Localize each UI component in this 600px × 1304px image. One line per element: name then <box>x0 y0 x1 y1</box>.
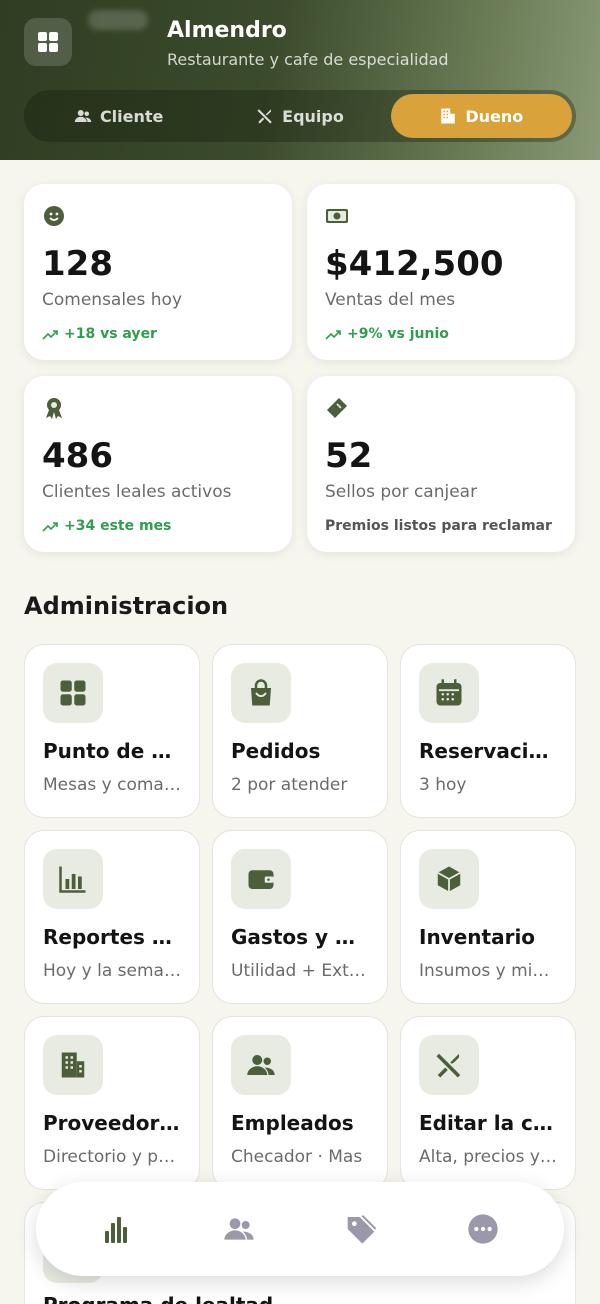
box-icon <box>437 866 461 892</box>
role-switcher: Cliente Equipo Dueno <box>24 90 576 142</box>
stat-trend: +9% vs junio <box>325 326 557 342</box>
tile-title: Proveedores <box>43 1111 181 1135</box>
tile-subtitle: Directorio y pedidos <box>43 1147 181 1167</box>
trending-up-icon <box>42 522 58 532</box>
stat-trend: +18 vs ayer <box>42 326 274 342</box>
nav-item-dashboard[interactable] <box>87 1199 147 1259</box>
stat-trend-text: +34 este mes <box>64 518 172 534</box>
stat-value: $412,500 <box>325 244 504 284</box>
tile-subtitle: Mesas y comandas <box>43 775 181 795</box>
tile-title: Inventario <box>419 925 536 949</box>
building-icon <box>61 1052 85 1078</box>
tile-subtitle: Utilidad + Extras <box>231 961 369 981</box>
tile-icon-wrap <box>43 663 103 723</box>
stat-card-ventas[interactable]: $412,500 Ventas del mes +9% vs junio <box>307 184 575 360</box>
tile-icon-wrap <box>43 849 103 909</box>
peek-card-title: Programa de lealtad <box>43 1293 273 1304</box>
stat-card-sellos[interactable]: 52 Sellos por canjear Premios listos par… <box>307 376 575 552</box>
app-header: Almendro Restaurante y cafe de especiali… <box>0 0 600 160</box>
role-label: Equipo <box>282 106 344 126</box>
tile-icon-wrap <box>419 1035 479 1095</box>
grid-icon <box>60 680 86 706</box>
stat-label: Comensales hoy <box>42 290 183 310</box>
tile-subtitle: 3 hoy <box>419 775 467 795</box>
tile-title: Pedidos <box>231 739 321 763</box>
tile-title: Reportes de ventas <box>43 925 181 949</box>
tile-icon-wrap <box>231 849 291 909</box>
people-icon <box>224 1218 254 1240</box>
tile-editar-carta[interactable]: Editar la carta Alta, precios y mas <box>400 1016 576 1190</box>
tile-title: Punto de venta <box>43 739 181 763</box>
stat-trend: +34 este mes <box>42 518 274 534</box>
role-label: Dueno <box>465 106 524 126</box>
stat-trend-text: +18 vs ayer <box>64 326 157 342</box>
tile-punto-de-venta[interactable]: Punto de venta Mesas y comandas <box>24 644 200 818</box>
stat-value: 52 <box>325 436 373 476</box>
tile-reservaciones[interactable]: Reservaciones 3 hoy <box>400 644 576 818</box>
role-tab-equipo[interactable]: Equipo <box>209 94 390 138</box>
section-title-administracion: Administracion <box>24 592 229 620</box>
role-tab-dueno[interactable]: Dueno <box>390 94 572 138</box>
tile-subtitle: 2 por atender <box>231 775 348 795</box>
more-icon <box>468 1214 498 1244</box>
people-icon <box>247 1055 275 1075</box>
bag-icon <box>251 679 271 706</box>
smile-icon <box>44 206 64 226</box>
award-icon <box>46 398 62 419</box>
ticket-icon <box>327 398 347 418</box>
stat-card-clientes-leales[interactable]: 486 Clientes leales activos +34 este mes <box>24 376 292 552</box>
nav-item-mas[interactable] <box>453 1199 513 1259</box>
tile-empleados[interactable]: Empleados Checador · Mas <box>212 1016 388 1190</box>
app-title: Almendro <box>167 18 287 43</box>
tile-title: Gastos y balance <box>231 925 369 949</box>
menu-button[interactable] <box>24 18 72 66</box>
tile-subtitle: Checador · Mas <box>231 1147 363 1167</box>
tile-icon-wrap <box>231 1035 291 1095</box>
tile-subtitle: Alta, precios y mas <box>419 1147 557 1167</box>
wallet-icon <box>248 870 274 889</box>
trending-up-icon <box>42 330 58 340</box>
utensils-icon <box>257 109 272 124</box>
tile-icon-wrap <box>43 1035 103 1095</box>
nav-item-clientes[interactable] <box>209 1199 269 1259</box>
money-icon <box>326 209 348 223</box>
stat-value: 128 <box>42 244 113 284</box>
tile-title: Reservaciones <box>419 739 557 763</box>
tag-icon <box>347 1214 377 1244</box>
stat-label: Clientes leales activos <box>42 482 232 502</box>
nav-item-promociones[interactable] <box>331 1199 391 1259</box>
tile-subtitle: Hoy y la semana <box>43 961 181 981</box>
tile-title: Empleados <box>231 1111 354 1135</box>
bar-chart-icon <box>105 1217 127 1243</box>
stat-card-comensales[interactable]: 128 Comensales hoy +18 vs ayer <box>24 184 292 360</box>
role-tab-cliente[interactable]: Cliente <box>28 94 209 138</box>
tile-icon-wrap <box>419 849 479 909</box>
building-icon <box>441 108 456 124</box>
trending-up-icon <box>325 330 341 340</box>
bottom-nav <box>36 1182 564 1276</box>
tile-reportes[interactable]: Reportes de ventas Hoy y la semana <box>24 830 200 1004</box>
utensils-icon <box>436 1053 461 1078</box>
tile-icon-wrap <box>231 663 291 723</box>
tile-pedidos[interactable]: Pedidos 2 por atender <box>212 644 388 818</box>
people-icon <box>74 110 92 122</box>
tile-icon-wrap <box>419 663 479 723</box>
stat-label: Ventas del mes <box>325 290 456 310</box>
tile-proveedores[interactable]: Proveedores Directorio y pedidos <box>24 1016 200 1190</box>
tile-gastos[interactable]: Gastos y balance Utilidad + Extras <box>212 830 388 1004</box>
logo-image <box>88 10 148 30</box>
stat-trend-text: +9% vs junio <box>347 326 449 342</box>
stat-note: Premios listos para reclamar <box>325 518 552 534</box>
stat-value: 486 <box>42 436 113 476</box>
tile-inventario[interactable]: Inventario Insumos y minimos <box>400 830 576 1004</box>
tile-subtitle: Insumos y minimos <box>419 961 557 981</box>
tile-title: Editar la carta <box>419 1111 557 1135</box>
bar-chart-icon <box>59 866 86 893</box>
calendar-icon <box>436 679 462 706</box>
stat-label: Sellos por canjear <box>325 482 478 502</box>
role-label: Cliente <box>99 106 164 126</box>
app-subtitle: Restaurante y cafe de especialidad <box>167 50 449 69</box>
grid-icon <box>38 32 58 52</box>
